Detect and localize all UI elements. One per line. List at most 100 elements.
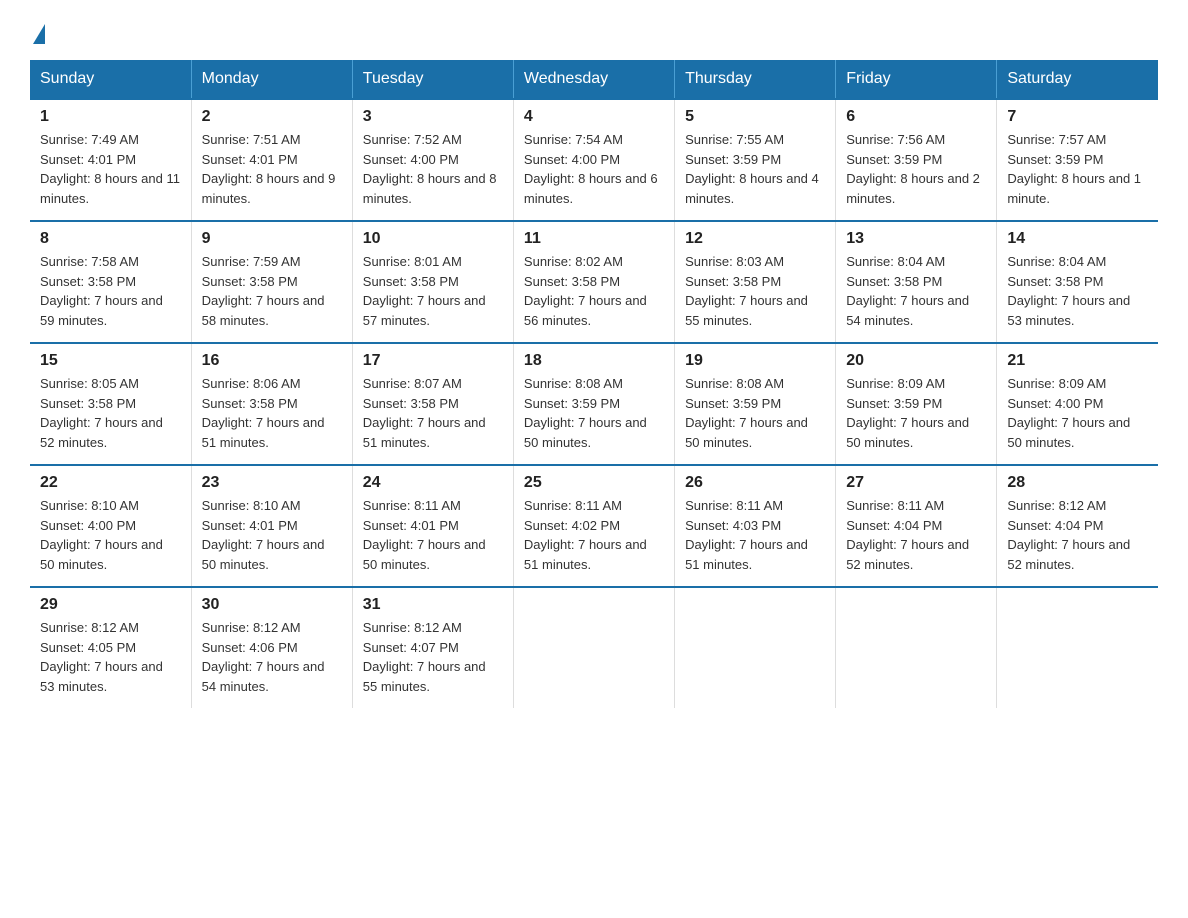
calendar-cell: 5 Sunrise: 7:55 AMSunset: 3:59 PMDayligh…: [675, 99, 836, 221]
day-number: 22: [40, 474, 181, 492]
calendar-cell: 13 Sunrise: 8:04 AMSunset: 3:58 PMDaylig…: [836, 221, 997, 343]
day-number: 7: [1007, 108, 1148, 126]
day-info: Sunrise: 7:52 AMSunset: 4:00 PMDaylight:…: [363, 132, 497, 206]
calendar-cell: [836, 587, 997, 708]
day-info: Sunrise: 8:11 AMSunset: 4:01 PMDaylight:…: [363, 498, 486, 572]
calendar-cell: 11 Sunrise: 8:02 AMSunset: 3:58 PMDaylig…: [513, 221, 674, 343]
week-row-2: 8 Sunrise: 7:58 AMSunset: 3:58 PMDayligh…: [30, 221, 1158, 343]
calendar-cell: 16 Sunrise: 8:06 AMSunset: 3:58 PMDaylig…: [191, 343, 352, 465]
day-number: 12: [685, 230, 825, 248]
day-number: 5: [685, 108, 825, 126]
day-number: 17: [363, 352, 503, 370]
day-info: Sunrise: 8:02 AMSunset: 3:58 PMDaylight:…: [524, 254, 647, 328]
day-info: Sunrise: 8:07 AMSunset: 3:58 PMDaylight:…: [363, 376, 486, 450]
day-number: 30: [202, 596, 342, 614]
day-info: Sunrise: 8:06 AMSunset: 3:58 PMDaylight:…: [202, 376, 325, 450]
day-info: Sunrise: 8:12 AMSunset: 4:06 PMDaylight:…: [202, 620, 325, 694]
day-info: Sunrise: 8:10 AMSunset: 4:00 PMDaylight:…: [40, 498, 163, 572]
calendar-cell: 3 Sunrise: 7:52 AMSunset: 4:00 PMDayligh…: [352, 99, 513, 221]
header-sunday: Sunday: [30, 60, 191, 99]
day-info: Sunrise: 8:08 AMSunset: 3:59 PMDaylight:…: [524, 376, 647, 450]
calendar-cell: 1 Sunrise: 7:49 AMSunset: 4:01 PMDayligh…: [30, 99, 191, 221]
day-info: Sunrise: 8:10 AMSunset: 4:01 PMDaylight:…: [202, 498, 325, 572]
day-info: Sunrise: 8:01 AMSunset: 3:58 PMDaylight:…: [363, 254, 486, 328]
calendar-cell: 31 Sunrise: 8:12 AMSunset: 4:07 PMDaylig…: [352, 587, 513, 708]
day-number: 31: [363, 596, 503, 614]
calendar-cell: 17 Sunrise: 8:07 AMSunset: 3:58 PMDaylig…: [352, 343, 513, 465]
day-number: 24: [363, 474, 503, 492]
day-number: 3: [363, 108, 503, 126]
header-thursday: Thursday: [675, 60, 836, 99]
calendar-cell: 9 Sunrise: 7:59 AMSunset: 3:58 PMDayligh…: [191, 221, 352, 343]
day-number: 23: [202, 474, 342, 492]
calendar-cell: 10 Sunrise: 8:01 AMSunset: 3:58 PMDaylig…: [352, 221, 513, 343]
day-number: 6: [846, 108, 986, 126]
day-number: 9: [202, 230, 342, 248]
day-number: 18: [524, 352, 664, 370]
day-info: Sunrise: 8:09 AMSunset: 3:59 PMDaylight:…: [846, 376, 969, 450]
day-number: 4: [524, 108, 664, 126]
calendar-cell: 14 Sunrise: 8:04 AMSunset: 3:58 PMDaylig…: [997, 221, 1158, 343]
calendar-cell: 20 Sunrise: 8:09 AMSunset: 3:59 PMDaylig…: [836, 343, 997, 465]
calendar-cell: 15 Sunrise: 8:05 AMSunset: 3:58 PMDaylig…: [30, 343, 191, 465]
day-number: 27: [846, 474, 986, 492]
calendar-cell: 30 Sunrise: 8:12 AMSunset: 4:06 PMDaylig…: [191, 587, 352, 708]
day-number: 28: [1007, 474, 1148, 492]
day-info: Sunrise: 8:12 AMSunset: 4:07 PMDaylight:…: [363, 620, 486, 694]
day-info: Sunrise: 8:03 AMSunset: 3:58 PMDaylight:…: [685, 254, 808, 328]
calendar-cell: 23 Sunrise: 8:10 AMSunset: 4:01 PMDaylig…: [191, 465, 352, 587]
day-info: Sunrise: 8:12 AMSunset: 4:04 PMDaylight:…: [1007, 498, 1130, 572]
day-info: Sunrise: 8:11 AMSunset: 4:02 PMDaylight:…: [524, 498, 647, 572]
day-info: Sunrise: 7:55 AMSunset: 3:59 PMDaylight:…: [685, 132, 819, 206]
day-number: 15: [40, 352, 181, 370]
day-info: Sunrise: 8:09 AMSunset: 4:00 PMDaylight:…: [1007, 376, 1130, 450]
header-saturday: Saturday: [997, 60, 1158, 99]
day-number: 26: [685, 474, 825, 492]
day-info: Sunrise: 7:54 AMSunset: 4:00 PMDaylight:…: [524, 132, 658, 206]
day-info: Sunrise: 8:04 AMSunset: 3:58 PMDaylight:…: [846, 254, 969, 328]
calendar-cell: 28 Sunrise: 8:12 AMSunset: 4:04 PMDaylig…: [997, 465, 1158, 587]
day-info: Sunrise: 8:11 AMSunset: 4:03 PMDaylight:…: [685, 498, 808, 572]
day-number: 11: [524, 230, 664, 248]
calendar-cell: 4 Sunrise: 7:54 AMSunset: 4:00 PMDayligh…: [513, 99, 674, 221]
logo-triangle-icon: [33, 24, 45, 44]
calendar-cell: 19 Sunrise: 8:08 AMSunset: 3:59 PMDaylig…: [675, 343, 836, 465]
day-number: 1: [40, 108, 181, 126]
calendar-cell: 8 Sunrise: 7:58 AMSunset: 3:58 PMDayligh…: [30, 221, 191, 343]
calendar-cell: 27 Sunrise: 8:11 AMSunset: 4:04 PMDaylig…: [836, 465, 997, 587]
day-number: 10: [363, 230, 503, 248]
day-number: 16: [202, 352, 342, 370]
day-info: Sunrise: 8:08 AMSunset: 3:59 PMDaylight:…: [685, 376, 808, 450]
calendar-cell: 6 Sunrise: 7:56 AMSunset: 3:59 PMDayligh…: [836, 99, 997, 221]
day-info: Sunrise: 8:05 AMSunset: 3:58 PMDaylight:…: [40, 376, 163, 450]
calendar-cell: 26 Sunrise: 8:11 AMSunset: 4:03 PMDaylig…: [675, 465, 836, 587]
day-info: Sunrise: 7:49 AMSunset: 4:01 PMDaylight:…: [40, 132, 180, 206]
calendar-cell: 2 Sunrise: 7:51 AMSunset: 4:01 PMDayligh…: [191, 99, 352, 221]
calendar-cell: [997, 587, 1158, 708]
header-friday: Friday: [836, 60, 997, 99]
day-number: 13: [846, 230, 986, 248]
calendar-header-row: SundayMondayTuesdayWednesdayThursdayFrid…: [30, 60, 1158, 99]
logo: [30, 20, 45, 42]
week-row-5: 29 Sunrise: 8:12 AMSunset: 4:05 PMDaylig…: [30, 587, 1158, 708]
calendar-cell: 24 Sunrise: 8:11 AMSunset: 4:01 PMDaylig…: [352, 465, 513, 587]
day-number: 29: [40, 596, 181, 614]
week-row-1: 1 Sunrise: 7:49 AMSunset: 4:01 PMDayligh…: [30, 99, 1158, 221]
header-wednesday: Wednesday: [513, 60, 674, 99]
day-number: 25: [524, 474, 664, 492]
day-info: Sunrise: 8:04 AMSunset: 3:58 PMDaylight:…: [1007, 254, 1130, 328]
day-number: 8: [40, 230, 181, 248]
day-info: Sunrise: 7:58 AMSunset: 3:58 PMDaylight:…: [40, 254, 163, 328]
calendar-cell: 22 Sunrise: 8:10 AMSunset: 4:00 PMDaylig…: [30, 465, 191, 587]
day-number: 19: [685, 352, 825, 370]
day-info: Sunrise: 7:56 AMSunset: 3:59 PMDaylight:…: [846, 132, 980, 206]
calendar-cell: 12 Sunrise: 8:03 AMSunset: 3:58 PMDaylig…: [675, 221, 836, 343]
day-info: Sunrise: 7:57 AMSunset: 3:59 PMDaylight:…: [1007, 132, 1141, 206]
day-info: Sunrise: 8:12 AMSunset: 4:05 PMDaylight:…: [40, 620, 163, 694]
calendar-cell: 29 Sunrise: 8:12 AMSunset: 4:05 PMDaylig…: [30, 587, 191, 708]
header-monday: Monday: [191, 60, 352, 99]
day-info: Sunrise: 7:51 AMSunset: 4:01 PMDaylight:…: [202, 132, 336, 206]
calendar-cell: [675, 587, 836, 708]
calendar-cell: 25 Sunrise: 8:11 AMSunset: 4:02 PMDaylig…: [513, 465, 674, 587]
week-row-4: 22 Sunrise: 8:10 AMSunset: 4:00 PMDaylig…: [30, 465, 1158, 587]
